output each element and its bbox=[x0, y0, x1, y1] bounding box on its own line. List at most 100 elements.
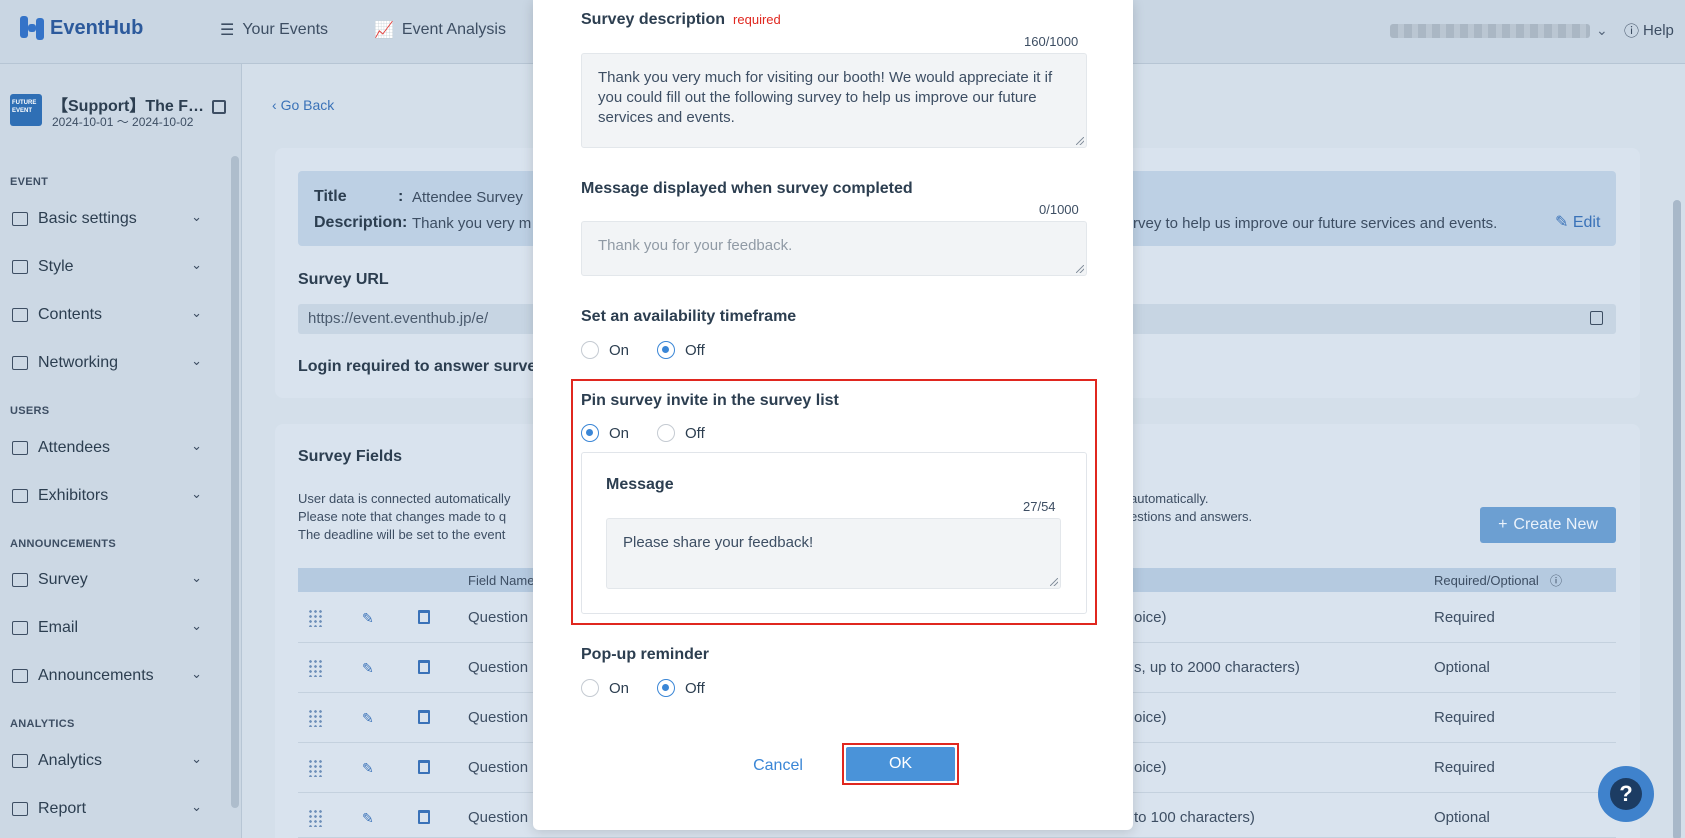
option-label: Off bbox=[685, 424, 705, 442]
user-icon bbox=[12, 441, 28, 455]
section-event: EVENT bbox=[10, 176, 49, 188]
sidebar-item-survey[interactable]: Survey ⌄ bbox=[12, 568, 202, 592]
list-icon: ☰ bbox=[220, 22, 235, 39]
sidebar-item-analytics[interactable]: Analytics ⌄ bbox=[12, 749, 202, 773]
timeframe-label: Set an availability timeframe bbox=[581, 308, 797, 325]
sidebar-item-attendees[interactable]: Attendees ⌄ bbox=[12, 436, 202, 460]
edit-button[interactable]: ✎ Edit bbox=[1555, 212, 1600, 232]
external-link-icon[interactable] bbox=[212, 100, 226, 114]
drag-handle-icon[interactable] bbox=[308, 709, 322, 727]
sidebar-item-label: Announcements bbox=[38, 667, 154, 684]
clipboard-icon bbox=[12, 573, 28, 587]
pencil-icon[interactable]: ✎ bbox=[362, 660, 376, 676]
drag-handle-icon[interactable] bbox=[308, 609, 322, 627]
radio-selected-icon[interactable] bbox=[581, 424, 599, 442]
go-back-link[interactable]: ‹ Go Back bbox=[272, 97, 334, 113]
drag-handle-icon[interactable] bbox=[308, 659, 322, 677]
section-users: USERS bbox=[10, 405, 50, 417]
trash-icon[interactable] bbox=[418, 760, 430, 774]
help-icon[interactable]: ⓘ bbox=[1550, 572, 1562, 589]
sidebar-item-announcements[interactable]: Announcements ⌄ bbox=[12, 664, 202, 688]
description-counter: 160/1000 bbox=[1024, 34, 1079, 49]
ok-button[interactable]: OK bbox=[846, 747, 955, 781]
resize-handle-icon[interactable] bbox=[1076, 265, 1084, 273]
row-field-name: Question bbox=[468, 609, 529, 626]
chart-icon bbox=[12, 754, 28, 768]
sidebar-item-label: Survey bbox=[38, 571, 88, 588]
sidebar-item-networking[interactable]: Networking ⌄ bbox=[12, 351, 202, 375]
sidebar-item-email[interactable]: Email ⌄ bbox=[12, 616, 202, 640]
chevron-left-icon: ‹ bbox=[272, 97, 281, 113]
create-new-label: Create New bbox=[1513, 516, 1598, 533]
nav-event-analysis[interactable]: 📈 Event Analysis bbox=[374, 20, 506, 40]
resize-handle-icon[interactable] bbox=[1076, 137, 1084, 145]
sidebar-item-basic-settings[interactable]: Basic settings ⌄ bbox=[12, 207, 202, 231]
nav-your-events[interactable]: ☰ Your Events bbox=[220, 20, 328, 40]
sidebar-item-report[interactable]: Report ⌄ bbox=[12, 797, 202, 821]
cancel-button[interactable]: Cancel bbox=[733, 754, 823, 778]
pin-on-option[interactable]: On bbox=[581, 424, 629, 442]
chevron-down-icon: ⌄ bbox=[191, 353, 202, 368]
radio-off-icon[interactable] bbox=[581, 679, 599, 697]
row-field-name: Question bbox=[468, 709, 529, 726]
pencil-icon[interactable]: ✎ bbox=[362, 610, 376, 626]
option-label: Off bbox=[685, 341, 705, 359]
drag-handle-icon[interactable] bbox=[308, 759, 322, 777]
drag-handle-icon[interactable] bbox=[308, 809, 322, 827]
pin-off-option[interactable]: Off bbox=[657, 424, 705, 442]
radio-selected-icon[interactable] bbox=[657, 341, 676, 359]
trash-icon[interactable] bbox=[418, 610, 430, 624]
pencil-icon[interactable]: ✎ bbox=[362, 810, 376, 826]
popup-on-option[interactable]: On bbox=[581, 679, 629, 697]
radio-off-icon[interactable] bbox=[581, 341, 599, 359]
timeframe-on-option[interactable]: On bbox=[581, 341, 629, 359]
pin-message-textarea[interactable]: Please share your feedback! bbox=[606, 518, 1061, 589]
timeframe-off-option[interactable]: Off bbox=[657, 341, 705, 359]
chart-icon: 📈 bbox=[374, 22, 394, 39]
pencil-icon[interactable]: ✎ bbox=[362, 710, 376, 726]
radio-selected-icon[interactable] bbox=[657, 679, 676, 697]
popup-off-option[interactable]: Off bbox=[657, 679, 705, 697]
row-required: Required bbox=[1434, 609, 1495, 626]
option-label: On bbox=[609, 679, 630, 697]
row-type: oice) bbox=[1134, 709, 1167, 726]
plus-icon: + bbox=[1498, 516, 1508, 533]
trash-icon[interactable] bbox=[418, 710, 430, 724]
completed-message-textarea[interactable]: Thank you for your feedback. bbox=[581, 221, 1087, 276]
col-field-name: Field Name bbox=[468, 573, 535, 588]
survey-description-label-text: Survey description bbox=[581, 11, 726, 28]
pencil-icon[interactable]: ✎ bbox=[362, 760, 376, 776]
help-link[interactable]: ⓘ Help bbox=[1624, 20, 1674, 41]
option-label: Off bbox=[685, 679, 705, 697]
chevron-down-icon: ⌄ bbox=[191, 486, 202, 501]
chevron-down-icon: ⌄ bbox=[191, 438, 202, 453]
sidebar: FUTURE EVENT 【Support】The F… 2024-10-01 … bbox=[0, 64, 242, 838]
copy-icon[interactable] bbox=[1590, 311, 1603, 325]
message-counter: 27/54 bbox=[1023, 499, 1056, 514]
radio-off-icon[interactable] bbox=[657, 424, 676, 442]
trash-icon[interactable] bbox=[418, 660, 430, 674]
trash-icon[interactable] bbox=[418, 810, 430, 824]
create-new-button[interactable]: + Create New bbox=[1480, 507, 1616, 543]
completed-message-label: Message displayed when survey completed bbox=[581, 180, 913, 197]
sidebar-item-label: Style bbox=[38, 258, 74, 275]
row-required: Optional bbox=[1434, 659, 1490, 676]
sidebar-item-exhibitors[interactable]: Exhibitors ⌄ bbox=[12, 484, 202, 508]
sidebar-item-contents[interactable]: Contents ⌄ bbox=[12, 303, 202, 327]
sidebar-scrollbar[interactable] bbox=[231, 156, 239, 808]
list-icon bbox=[12, 308, 28, 322]
help-button[interactable]: ? bbox=[1598, 766, 1654, 822]
sidebar-item-label: Email bbox=[38, 619, 79, 636]
chevron-down-icon[interactable]: ⌄ bbox=[1596, 22, 1608, 39]
page-scrollbar[interactable] bbox=[1673, 200, 1681, 838]
event-thumbnail: FUTURE EVENT bbox=[10, 94, 42, 126]
title-label: Title bbox=[314, 188, 347, 205]
sidebar-item-label: Exhibitors bbox=[38, 487, 109, 504]
logo[interactable]: EventHub bbox=[20, 14, 143, 42]
resize-handle-icon[interactable] bbox=[1050, 578, 1058, 586]
sidebar-item-style[interactable]: Style ⌄ bbox=[12, 255, 202, 279]
event-dates: 2024-10-01 ～ 2024-10-02 bbox=[52, 115, 194, 129]
survey-description-textarea[interactable]: Thank you very much for visiting our boo… bbox=[581, 53, 1087, 148]
survey-description-text: Thank you very much for visiting our boo… bbox=[598, 69, 1053, 126]
user-menu[interactable] bbox=[1390, 24, 1590, 38]
